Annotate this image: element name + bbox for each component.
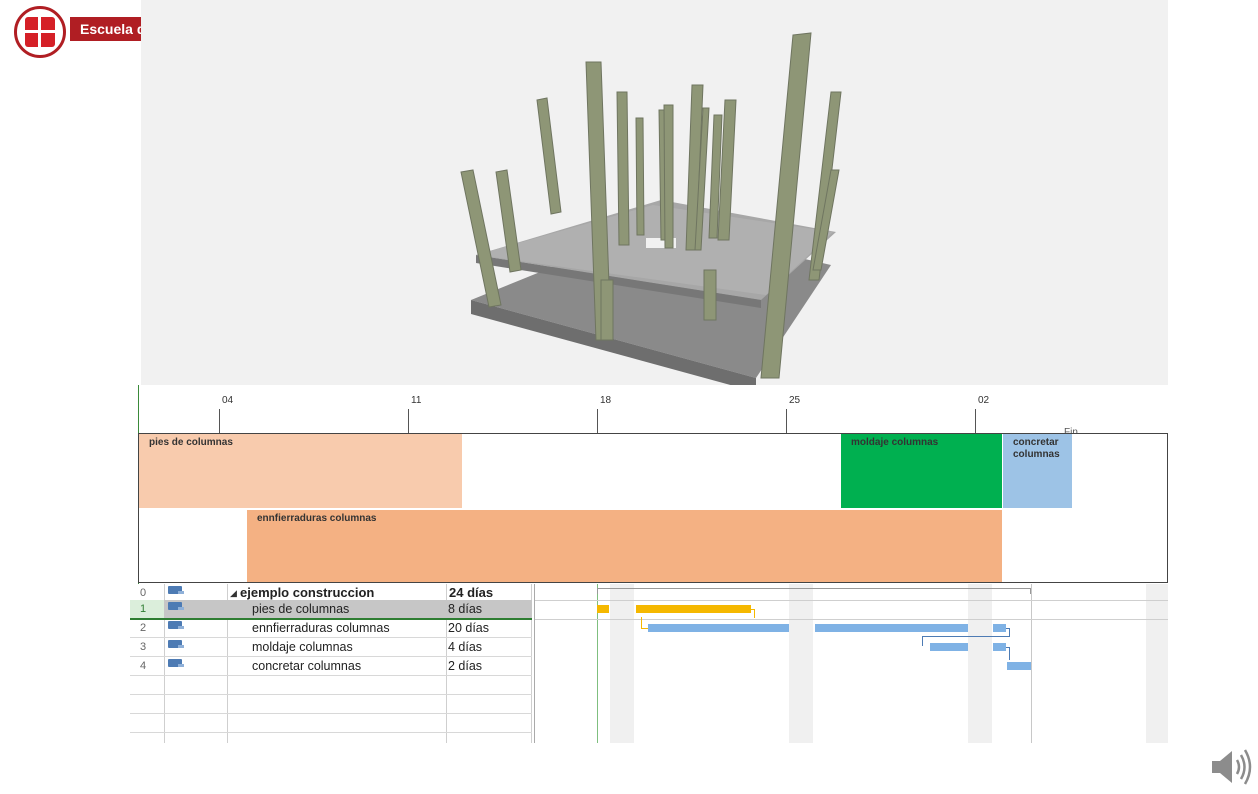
link-line	[641, 617, 642, 628]
nonworking-shade	[789, 584, 813, 743]
gantt-bar-moldaje-columnas[interactable]	[993, 643, 1006, 651]
task-name[interactable]: moldaje columnas	[252, 638, 353, 656]
row-id: 4	[140, 660, 147, 672]
gantt-bar-ennfierraduras-columnas[interactable]	[993, 624, 1006, 632]
timeline-tick-label: 18	[600, 395, 612, 406]
task-mode-icon	[168, 621, 184, 629]
gantt-bar-ennfierraduras-columnas[interactable]	[648, 624, 789, 632]
timeline-tick	[219, 409, 220, 433]
row-id: 1	[130, 600, 164, 618]
link-line	[1006, 647, 1010, 660]
timeline-bar-label: concretar columnas	[1013, 437, 1060, 460]
timeline-tick-label: 25	[789, 395, 801, 406]
empty-row[interactable]	[130, 695, 532, 714]
timeline-bar-label: pies de columnas	[149, 437, 233, 448]
timeline-tick	[975, 409, 976, 433]
timeline-bar-moldaje-columnas[interactable]: moldaje columnas	[841, 434, 1002, 508]
deadline-line	[1031, 584, 1032, 743]
summary-bar-cap	[1030, 588, 1031, 594]
timeline-bar-pies-de-columnas[interactable]: pies de columnas	[139, 434, 462, 508]
nonworking-shade	[1146, 584, 1168, 743]
timeline-tick-label: 02	[978, 395, 990, 406]
speaker-icon[interactable]	[1208, 745, 1254, 789]
link-line	[922, 636, 1009, 637]
task-row[interactable]: 4 concretar columnas 2 días	[130, 657, 532, 676]
gantt-bar-concretar-columnas[interactable]	[1007, 662, 1031, 670]
task-mode-icon	[168, 602, 184, 610]
chart-row-line	[535, 600, 1168, 601]
timeline-tick-label: 04	[222, 395, 234, 406]
task-row-selected[interactable]: 1 pies de columnas 8 días	[130, 600, 532, 620]
timeline-tick	[786, 409, 787, 433]
task-duration[interactable]: 20 días	[448, 619, 489, 637]
task-name[interactable]: concretar columnas	[252, 657, 361, 675]
timeline-tick	[597, 409, 598, 433]
timeline-panel: 04 11 18 25 02 Fin pies de columnas ennf…	[138, 385, 1169, 584]
building-3d-image	[141, 0, 1168, 392]
task-mode-icon	[168, 659, 184, 667]
task-name[interactable]: ennfierraduras columnas	[252, 619, 390, 637]
task-duration[interactable]: 8 días	[448, 600, 482, 618]
timeline-bar-concretar-columnas[interactable]: concretar columnas	[1003, 434, 1072, 508]
empty-row[interactable]	[130, 676, 532, 695]
timeline-bar-label: ennfierraduras columnas	[257, 513, 377, 524]
gantt-bar-ennfierraduras-columnas[interactable]	[815, 624, 968, 632]
task-row[interactable]: 3 moldaje columnas 4 días	[130, 638, 532, 657]
task-mode-icon	[168, 640, 184, 648]
task-row[interactable]: 2 ennfierraduras columnas 20 días	[130, 619, 532, 638]
school-seal-icon	[14, 6, 66, 58]
empty-row[interactable]	[130, 714, 532, 733]
task-duration[interactable]: 4 días	[448, 638, 482, 656]
timeline-tick-label: 11	[411, 395, 422, 406]
task-duration[interactable]: 2 días	[448, 657, 482, 675]
timeline-box: pies de columnas ennfierraduras columnas…	[138, 433, 1168, 583]
summary-bar-cap	[597, 588, 598, 594]
timeline-bar-ennfierraduras-columnas[interactable]: ennfierraduras columnas	[247, 510, 1002, 582]
timeline-tick	[408, 409, 409, 433]
row-id: 2	[140, 622, 147, 634]
link-line	[922, 636, 923, 646]
link-line	[641, 628, 648, 629]
chart-row-line	[535, 619, 1168, 620]
task-name[interactable]: pies de columnas	[252, 600, 349, 618]
gantt-bar-moldaje-columnas[interactable]	[930, 643, 968, 651]
summary-bar[interactable]	[597, 588, 1031, 589]
gantt-bar-pies-de-columnas[interactable]	[597, 605, 609, 613]
split-bar[interactable]	[534, 584, 535, 743]
nonworking-shade	[968, 584, 992, 743]
timeline-bar-label: moldaje columnas	[851, 437, 939, 448]
row-id: 3	[140, 641, 147, 653]
task-mode-icon	[168, 586, 184, 594]
nonworking-shade	[610, 584, 634, 743]
gantt-bar-pies-de-columnas[interactable]	[636, 605, 751, 613]
link-line	[751, 609, 755, 618]
gantt-view: 0 ◢ ejemplo construccion 24 días 1 pies …	[130, 584, 1168, 743]
